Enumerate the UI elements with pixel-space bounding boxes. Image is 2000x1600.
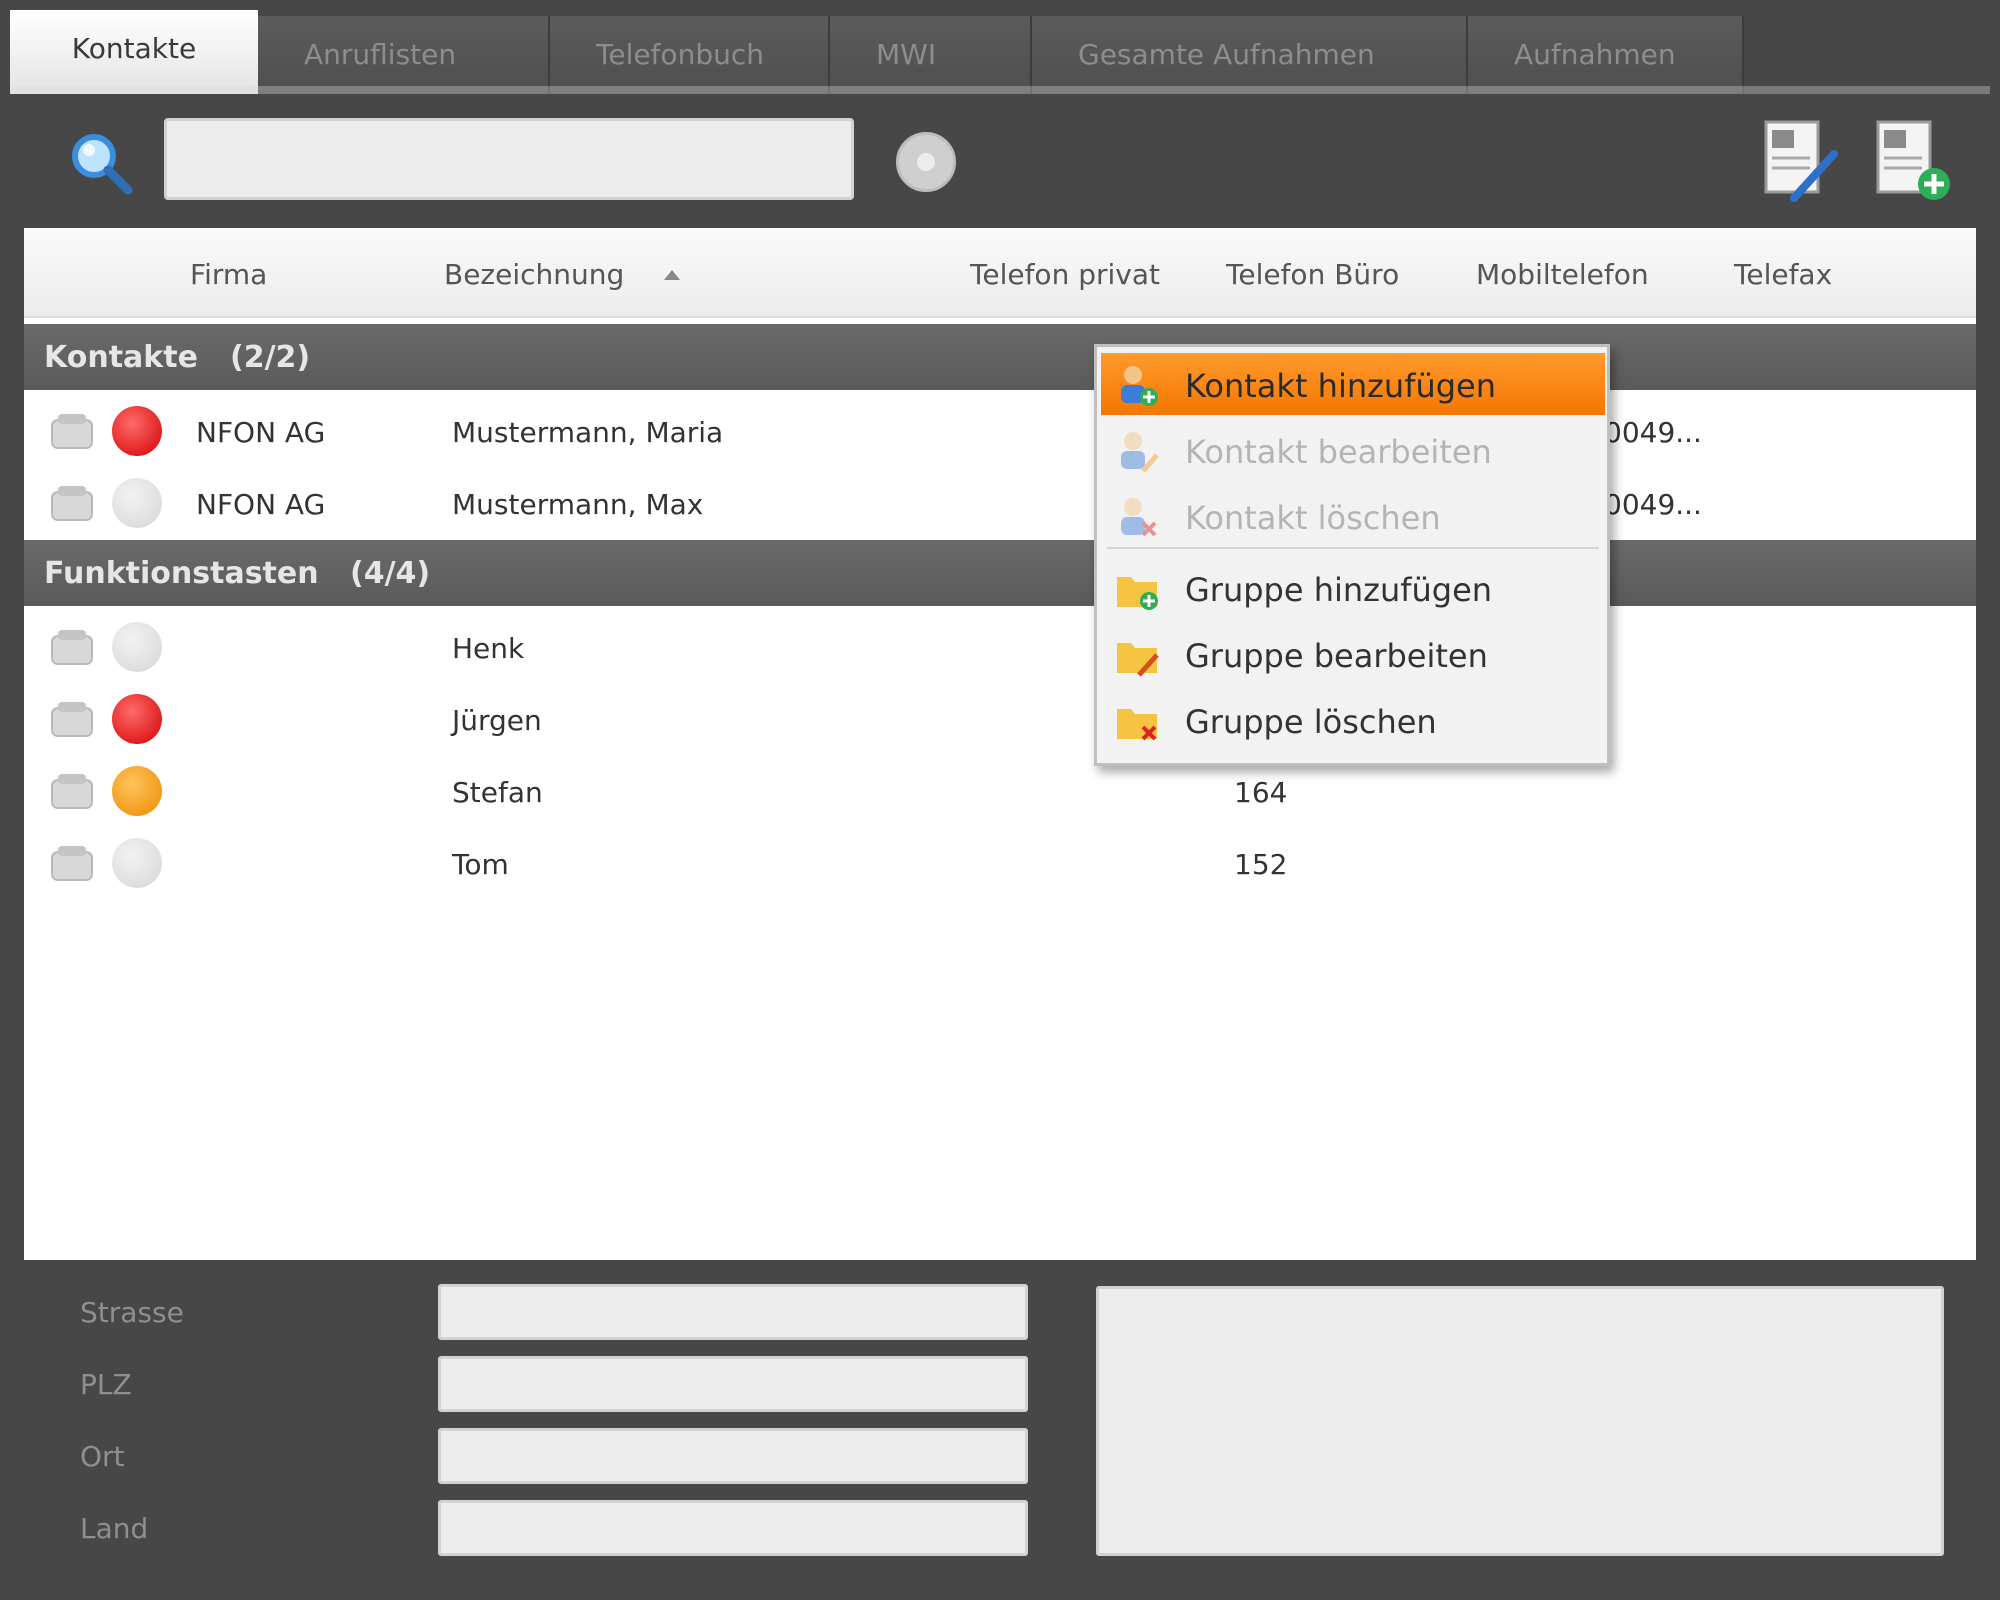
delete-contact-icon	[1121, 498, 1157, 537]
cell-bezeichnung: Jürgen	[452, 704, 542, 737]
contact-details: Strasse PLZ Ort Land	[24, 1266, 1976, 1576]
land-field[interactable]	[438, 1500, 1028, 1556]
menu-item-label: Gruppe löschen	[1185, 703, 1437, 741]
group-count: (4/4)	[350, 556, 431, 591]
table-header: Firma Bezeichnung Telefon privat Telefon…	[24, 228, 1976, 318]
context-menu: Kontakt hinzufügen Kontakt bearbeiten Ko…	[1094, 344, 1610, 766]
add-contact-icon	[1121, 366, 1158, 406]
tab-gesamte-aufnahmen[interactable]: Gesamte Aufnahmen	[1032, 16, 1468, 94]
cell-bezeichnung: Stefan	[452, 776, 543, 809]
land-label: Land	[80, 1512, 149, 1545]
column-firma[interactable]: Firma	[190, 258, 267, 291]
group-header-kontakte[interactable]: Kontakte (2/2)	[24, 324, 1976, 390]
menu-separator	[1107, 547, 1599, 549]
cell-telefon-buero: 164	[1234, 776, 1288, 809]
menu-item-gruppe-loeschen[interactable]: Gruppe löschen	[1101, 689, 1605, 751]
column-telefon-privat[interactable]: Telefon privat	[970, 258, 1160, 291]
cell-mobiltelefon: 0049...	[1604, 416, 1702, 449]
edit-contact-icon	[1121, 432, 1159, 473]
cell-firma: NFON AG	[196, 416, 326, 449]
group-count: (2/2)	[230, 340, 311, 375]
edit-group-icon	[1117, 643, 1159, 677]
phone-icon[interactable]	[48, 484, 96, 524]
phone-icon[interactable]	[48, 700, 96, 740]
cell-firma: NFON AG	[196, 488, 326, 521]
group-name: Funktionstasten	[44, 556, 319, 591]
menu-item-kontakt-hinzufuegen[interactable]: Kontakt hinzufügen	[1101, 353, 1605, 415]
tab-kontakte[interactable]: Kontakte	[10, 10, 258, 94]
tab-telefonbuch[interactable]: Telefonbuch	[550, 16, 830, 94]
table-row[interactable]: NFON AG Mustermann, Maria 0049...	[24, 394, 1976, 466]
menu-item-label: Kontakt bearbeiten	[1185, 433, 1492, 471]
phone-icon[interactable]	[48, 628, 96, 668]
status-indicator-offline	[112, 838, 162, 888]
menu-item-label: Kontakt löschen	[1185, 499, 1441, 537]
status-indicator-offline	[112, 622, 162, 672]
delete-group-icon	[1117, 709, 1157, 741]
group-name: Kontakte	[44, 340, 198, 375]
table-row[interactable]: Henk	[24, 610, 1976, 682]
cell-bezeichnung: Mustermann, Max	[452, 488, 704, 521]
menu-item-kontakt-bearbeiten[interactable]: Kontakt bearbeiten	[1101, 419, 1605, 481]
ort-label: Ort	[80, 1440, 125, 1473]
table-row[interactable]: Tom 152	[24, 826, 1976, 898]
edit-contact-icon[interactable]	[1760, 118, 1844, 206]
status-indicator-busy	[112, 406, 162, 456]
cell-bezeichnung: Henk	[452, 632, 525, 665]
tab-mwi[interactable]: MWI	[830, 16, 1032, 94]
phone-icon[interactable]	[48, 772, 96, 812]
phone-icon[interactable]	[48, 412, 96, 452]
menu-item-label: Gruppe bearbeiten	[1185, 637, 1488, 675]
menu-item-label: Kontakt hinzufügen	[1185, 367, 1497, 405]
menu-item-label: Gruppe hinzufügen	[1185, 571, 1493, 609]
clear-icon[interactable]	[896, 132, 956, 192]
group-header-funktionstasten[interactable]: Funktionstasten (4/4)	[24, 540, 1976, 606]
column-mobiltelefon[interactable]: Mobiltelefon	[1476, 258, 1649, 291]
plz-label: PLZ	[80, 1368, 132, 1401]
sort-ascending-icon	[664, 270, 680, 280]
status-indicator-offline	[112, 478, 162, 528]
notes-field[interactable]	[1096, 1286, 1944, 1556]
ort-field[interactable]	[438, 1428, 1028, 1484]
toolbar	[24, 100, 1976, 228]
add-group-icon	[1117, 577, 1158, 610]
column-bezeichnung[interactable]: Bezeichnung	[444, 258, 624, 291]
contact-table: Firma Bezeichnung Telefon privat Telefon…	[24, 228, 1976, 1260]
table-row[interactable]: Jürgen	[24, 682, 1976, 754]
table-row[interactable]: Stefan 164	[24, 754, 1976, 826]
strasse-label: Strasse	[80, 1296, 184, 1329]
menu-item-gruppe-hinzufuegen[interactable]: Gruppe hinzufügen	[1101, 557, 1605, 619]
plz-field[interactable]	[438, 1356, 1028, 1412]
table-row[interactable]: NFON AG Mustermann, Max 0049...	[24, 466, 1976, 538]
tab-anruflisten[interactable]: Anruflisten	[258, 16, 550, 94]
tab-bar: Kontakte Anruflisten Telefonbuch MWI Ges…	[10, 8, 1744, 94]
column-telefon-buero[interactable]: Telefon Büro	[1226, 258, 1399, 291]
cell-mobiltelefon: 0049...	[1604, 488, 1702, 521]
phone-icon[interactable]	[48, 844, 96, 884]
strasse-field[interactable]	[438, 1284, 1028, 1340]
cell-telefon-buero: 152	[1234, 848, 1288, 881]
status-indicator-busy	[112, 694, 162, 744]
cell-bezeichnung: Mustermann, Maria	[452, 416, 724, 449]
app-window: Kontakte Anruflisten Telefonbuch MWI Ges…	[0, 0, 2000, 1600]
menu-item-gruppe-bearbeiten[interactable]: Gruppe bearbeiten	[1101, 623, 1605, 685]
add-addressbook-icon[interactable]	[1872, 118, 1956, 206]
column-telefax[interactable]: Telefax	[1734, 258, 1832, 291]
cell-bezeichnung: Tom	[452, 848, 509, 881]
search-icon[interactable]	[64, 126, 136, 198]
menu-item-kontakt-loeschen[interactable]: Kontakt löschen	[1101, 485, 1605, 547]
status-indicator-away	[112, 766, 162, 816]
tab-aufnahmen[interactable]: Aufnahmen	[1468, 16, 1744, 94]
search-input[interactable]	[164, 118, 854, 200]
tab-underline	[10, 86, 1990, 94]
